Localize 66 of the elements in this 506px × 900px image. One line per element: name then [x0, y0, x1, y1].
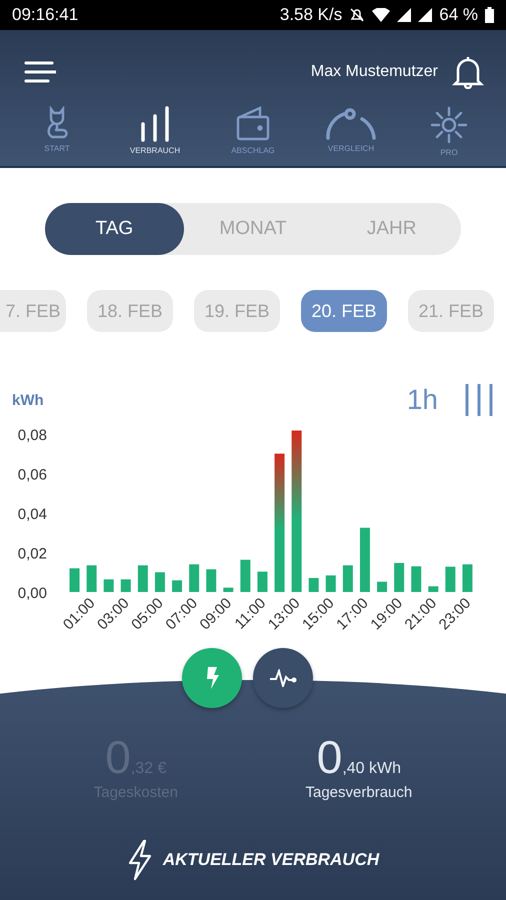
chart-bar: [360, 528, 370, 592]
stat-label: Tagesverbrauch: [306, 784, 412, 801]
battery-percent: 64 %: [439, 5, 478, 25]
y-axis-label: 0,08: [18, 426, 47, 444]
stat-value-fraction: ,40 kWh: [342, 760, 401, 778]
mode-button[interactable]: [252, 648, 312, 708]
chart-bar: [70, 568, 80, 592]
chart-bar: [120, 579, 131, 592]
nav-tab[interactable]: START: [12, 106, 102, 157]
period-tab[interactable]: JAHR: [322, 203, 462, 255]
muted-bell-icon: [349, 7, 366, 23]
date-chip[interactable]: 21. FEB: [408, 290, 494, 332]
chart-bar: [172, 580, 182, 592]
network-speed: 3.58 K/s: [280, 5, 342, 25]
period-tab[interactable]: TAG: [45, 203, 184, 255]
y-axis-label: 0,06: [18, 466, 47, 484]
chart-bar: [104, 579, 114, 592]
date-chip[interactable]: 7. FEB: [0, 290, 66, 332]
chart-bar: [189, 564, 200, 592]
stat-value-integer: 0: [316, 730, 342, 784]
lightning-icon: [204, 667, 218, 689]
nav-tab[interactable]: PRO: [404, 106, 494, 157]
nav-tab[interactable]: VERBRAUCH: [110, 106, 200, 157]
chart-bar: [428, 586, 438, 592]
wallet-icon: [235, 106, 271, 142]
status-time: 09:16:41: [12, 5, 78, 25]
wifi-icon: [372, 8, 390, 22]
chart-bar: [138, 565, 148, 592]
chart-bar: [326, 575, 336, 592]
signal-icon: [418, 8, 432, 22]
chart-bar: [206, 569, 216, 592]
signal-icon: [397, 8, 412, 22]
chart-bar: [308, 578, 319, 592]
chart-bar: [86, 565, 97, 592]
chart-bar: [257, 572, 268, 592]
date-chip[interactable]: 18. FEB: [87, 290, 173, 332]
current-usage-button[interactable]: AKTUELLER VERBRAUCH: [83, 838, 423, 882]
y-axis-label: 0,02: [18, 545, 47, 562]
y-axis-label: 0,00: [18, 585, 47, 602]
period-tab[interactable]: MONAT: [184, 203, 322, 255]
sun-icon: [430, 106, 468, 144]
user-name: Max Mustemutzer: [310, 63, 438, 81]
bar-view-icon[interactable]: [464, 384, 494, 416]
chart-bar: [377, 582, 388, 592]
chart-bar: [394, 562, 404, 592]
menu-icon[interactable]: [24, 60, 56, 84]
chart-bar: [223, 588, 234, 592]
chart-bar: [342, 565, 353, 592]
date-chip[interactable]: 19. FEB: [194, 290, 280, 332]
interval-selector[interactable]: 1h: [406, 384, 438, 416]
chart-bar: [411, 566, 422, 592]
unit-label: kWh: [12, 392, 44, 408]
gauge-icon: [324, 106, 378, 140]
mode-button[interactable]: [182, 648, 242, 708]
battery-icon: [485, 7, 494, 23]
nav-tab[interactable]: ABSCHLAG: [208, 106, 298, 157]
nav-tab[interactable]: VERGLEICH: [306, 106, 396, 157]
lightning-icon: [126, 839, 153, 881]
date-chip[interactable]: 20. FEB: [301, 290, 387, 332]
chart-bar: [445, 566, 456, 592]
chart-bar: [462, 564, 472, 592]
notification-bell-icon[interactable]: [452, 55, 484, 89]
chart-bar: [154, 572, 165, 592]
chart-bar: [240, 560, 250, 592]
y-axis-label: 0,04: [18, 506, 47, 523]
pulse-icon: [268, 669, 296, 687]
